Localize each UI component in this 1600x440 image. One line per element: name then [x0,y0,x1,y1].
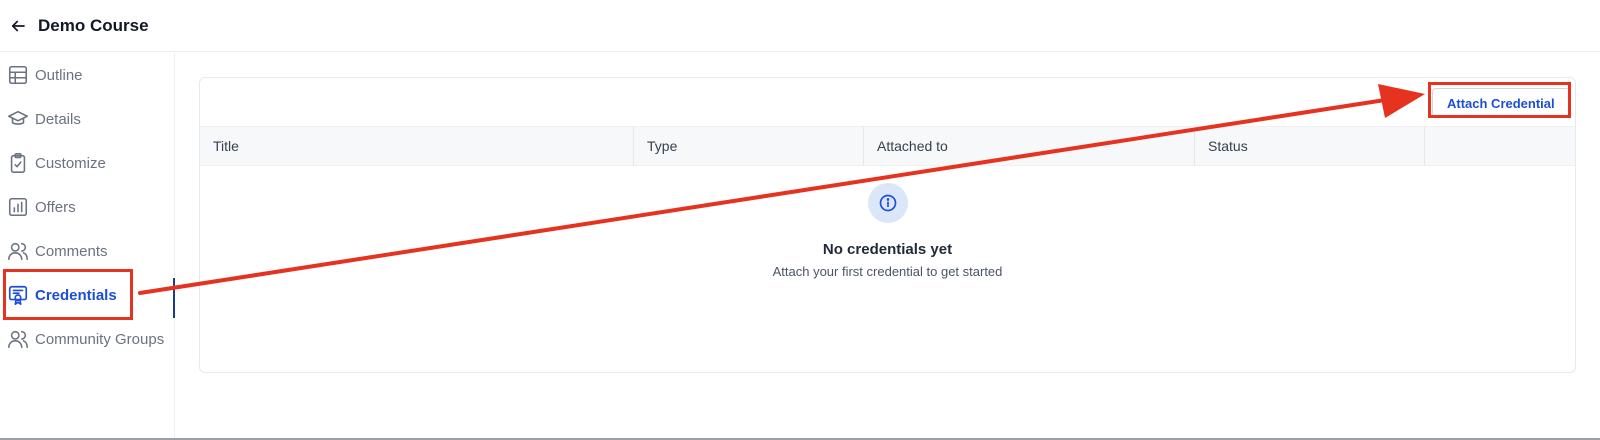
table-grid-icon [7,64,29,86]
column-header-attached-to[interactable]: Attached to [864,127,1195,165]
sidebar-item-label: Customize [35,154,106,172]
table-header: Title Type Attached to Status [200,126,1575,166]
page-title: Demo Course [38,15,149,35]
sidebar-item-label: Comments [35,242,108,260]
sidebar: Outline Details Customize Offers Comment… [0,53,175,440]
sidebar-item-outline[interactable]: Outline [0,53,175,97]
column-header-title[interactable]: Title [200,127,634,165]
sidebar-item-label: Credentials [35,286,117,304]
sidebar-item-offers[interactable]: Offers [0,185,175,229]
empty-state-title: No credentials yet [822,241,953,258]
page-header: Demo Course [0,0,1600,52]
column-header-status[interactable]: Status [1195,127,1425,165]
bar-chart-icon [7,196,29,218]
active-nav-indicator [173,278,175,318]
column-header-actions [1425,127,1575,165]
info-icon [868,183,908,223]
sidebar-item-comments[interactable]: Comments [0,229,175,273]
users-icon [7,240,29,262]
users-icon [7,328,29,350]
sidebar-item-label: Community Groups [35,330,165,348]
back-button[interactable] [0,8,36,44]
sidebar-item-label: Details [35,110,81,128]
course-editor-page: Demo Course Outline Details Customize Of… [0,0,1600,440]
clipboard-check-icon [7,152,29,174]
column-header-type[interactable]: Type [634,127,864,165]
sidebar-item-community-groups[interactable]: Community Groups [0,317,175,361]
empty-state-subtitle: Attach your first credential to get star… [772,264,1003,279]
sidebar-item-details[interactable]: Details [0,97,175,141]
attach-credential-button[interactable]: Attach Credential [1432,88,1570,118]
sidebar-item-label: Outline [35,66,83,84]
sidebar-item-credentials[interactable]: Credentials [0,273,175,317]
certificate-icon [7,284,29,306]
arrow-left-icon [9,17,27,35]
graduation-cap-icon [7,108,29,130]
sidebar-item-label: Offers [35,198,76,216]
credentials-card: Attach Credential Title Type Attached to… [199,77,1576,373]
sidebar-item-customize[interactable]: Customize [0,141,175,185]
